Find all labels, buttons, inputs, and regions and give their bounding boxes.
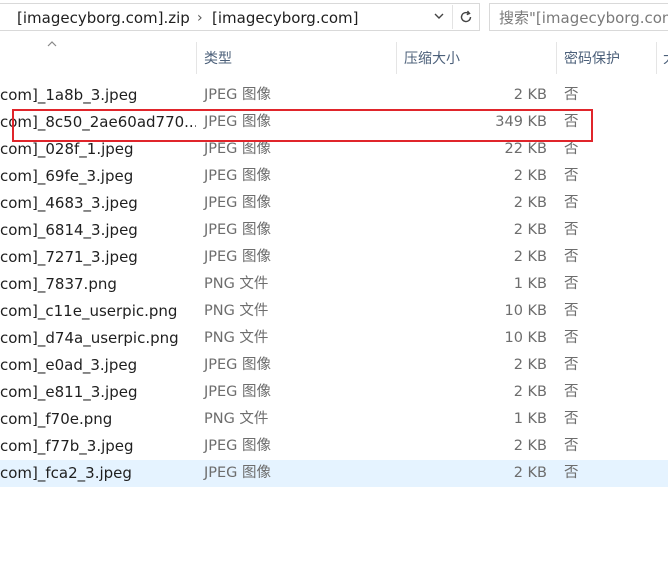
file-type: PNG 文件 [204, 411, 269, 427]
file-size: 349 KB [495, 114, 547, 130]
file-type: PNG 文件 [204, 276, 269, 292]
file-name: com]_1a8b_3.jpeg [0, 86, 138, 104]
file-password-protected: 否 [564, 276, 579, 292]
file-size: 2 KB [513, 249, 547, 265]
file-password-protected: 否 [564, 384, 579, 400]
refresh-icon[interactable] [452, 5, 478, 29]
file-row[interactable]: com]_e811_3.jpeg JPEG 图像 2 KB 否 [0, 379, 668, 406]
file-name: com]_e811_3.jpeg [0, 383, 138, 401]
file-row[interactable]: com]_f77b_3.jpeg JPEG 图像 2 KB 否 [0, 433, 668, 460]
address-bar[interactable]: [imagecyborg.com].zip › [imagecyborg.com… [0, 3, 480, 31]
column-divider[interactable] [556, 42, 557, 74]
file-size: 2 KB [513, 87, 547, 103]
file-type: JPEG 图像 [204, 438, 272, 454]
file-row[interactable]: com]_8c50_2ae60ad770... JPEG 图像 349 KB 否 [0, 109, 668, 136]
column-header-extra[interactable]: 大 [663, 49, 668, 69]
file-password-protected: 否 [564, 357, 579, 373]
file-row[interactable]: com]_fca2_3.jpeg JPEG 图像 2 KB 否 [0, 460, 668, 487]
file-password-protected: 否 [564, 303, 579, 319]
file-type: PNG 文件 [204, 303, 269, 319]
file-row[interactable]: com]_028f_1.jpeg JPEG 图像 22 KB 否 [0, 136, 668, 163]
file-row[interactable]: com]_d74a_userpic.png PNG 文件 10 KB 否 [0, 325, 668, 352]
file-name: com]_6814_3.jpeg [0, 221, 138, 239]
file-size: 10 KB [504, 330, 547, 346]
file-password-protected: 否 [564, 168, 579, 184]
file-size: 2 KB [513, 195, 547, 211]
file-type: JPEG 图像 [204, 222, 272, 238]
column-divider[interactable] [396, 42, 397, 74]
file-type: JPEG 图像 [204, 384, 272, 400]
file-name: com]_4683_3.jpeg [0, 194, 138, 212]
file-size: 2 KB [513, 465, 547, 481]
file-row[interactable]: com]_6814_3.jpeg JPEG 图像 2 KB 否 [0, 217, 668, 244]
file-name: com]_8c50_2ae60ad770... [0, 113, 196, 131]
search-input[interactable]: 搜索"[imagecyborg.com]" [489, 3, 668, 31]
file-size: 2 KB [513, 168, 547, 184]
file-row[interactable]: com]_f70e.png PNG 文件 1 KB 否 [0, 406, 668, 433]
file-row[interactable]: com]_1a8b_3.jpeg JPEG 图像 2 KB 否 [0, 82, 668, 109]
file-name: com]_d74a_userpic.png [0, 329, 179, 347]
file-name: com]_69fe_3.jpeg [0, 167, 134, 185]
file-name: com]_c11e_userpic.png [0, 302, 178, 320]
file-size: 1 KB [513, 411, 547, 427]
file-size: 2 KB [513, 357, 547, 373]
file-password-protected: 否 [564, 222, 579, 238]
file-password-protected: 否 [564, 465, 579, 481]
file-type: PNG 文件 [204, 330, 269, 346]
file-explorer-window: [imagecyborg.com].zip › [imagecyborg.com… [0, 0, 668, 565]
sort-ascending-icon [47, 38, 57, 51]
file-type: JPEG 图像 [204, 465, 272, 481]
column-header-bar: 类型 压缩大小 密码保护 大 [0, 38, 668, 78]
file-size: 2 KB [513, 438, 547, 454]
file-type: JPEG 图像 [204, 87, 272, 103]
file-size: 22 KB [504, 141, 547, 157]
file-row[interactable]: com]_e0ad_3.jpeg JPEG 图像 2 KB 否 [0, 352, 668, 379]
column-divider[interactable] [656, 42, 657, 74]
file-name: com]_028f_1.jpeg [0, 140, 134, 158]
column-header-compressed-size[interactable]: 压缩大小 [404, 49, 460, 69]
file-size: 2 KB [513, 222, 547, 238]
column-divider[interactable] [196, 42, 197, 74]
file-type: JPEG 图像 [204, 249, 272, 265]
file-list: com]_1a8b_3.jpeg JPEG 图像 2 KB 否 com]_8c50_2a… [0, 82, 668, 487]
file-password-protected: 否 [564, 411, 579, 427]
file-name: com]_e0ad_3.jpeg [0, 356, 138, 374]
file-name: com]_7271_3.jpeg [0, 248, 138, 266]
file-type: JPEG 图像 [204, 141, 272, 157]
file-password-protected: 否 [564, 195, 579, 211]
file-size: 2 KB [513, 384, 547, 400]
file-size: 1 KB [513, 276, 547, 292]
file-password-protected: 否 [564, 141, 579, 157]
file-row[interactable]: com]_7837.png PNG 文件 1 KB 否 [0, 271, 668, 298]
file-name: com]_f77b_3.jpeg [0, 437, 134, 455]
column-header-password[interactable]: 密码保护 [564, 49, 620, 69]
file-name: com]_7837.png [0, 275, 117, 293]
search-placeholder: 搜索"[imagecyborg.com]" [499, 9, 668, 27]
file-name: com]_fca2_3.jpeg [0, 464, 132, 482]
file-password-protected: 否 [564, 438, 579, 454]
file-password-protected: 否 [564, 87, 579, 103]
file-type: JPEG 图像 [204, 168, 272, 184]
file-password-protected: 否 [564, 330, 579, 346]
file-row[interactable]: com]_7271_3.jpeg JPEG 图像 2 KB 否 [0, 244, 668, 271]
file-password-protected: 否 [564, 114, 579, 130]
file-name: com]_f70e.png [0, 410, 113, 428]
file-row[interactable]: com]_c11e_userpic.png PNG 文件 10 KB 否 [0, 298, 668, 325]
file-type: JPEG 图像 [204, 114, 272, 130]
column-header-type[interactable]: 类型 [204, 49, 232, 69]
breadcrumb-separator[interactable]: › [197, 9, 203, 27]
file-type: JPEG 图像 [204, 195, 272, 211]
file-type: JPEG 图像 [204, 357, 272, 373]
file-size: 10 KB [504, 303, 547, 319]
file-row[interactable]: com]_69fe_3.jpeg JPEG 图像 2 KB 否 [0, 163, 668, 190]
breadcrumb-folder[interactable]: [imagecyborg.com] [212, 9, 358, 27]
file-row[interactable]: com]_4683_3.jpeg JPEG 图像 2 KB 否 [0, 190, 668, 217]
file-password-protected: 否 [564, 249, 579, 265]
chevron-down-icon[interactable] [430, 10, 448, 26]
breadcrumb-zip[interactable]: [imagecyborg.com].zip [17, 9, 190, 27]
